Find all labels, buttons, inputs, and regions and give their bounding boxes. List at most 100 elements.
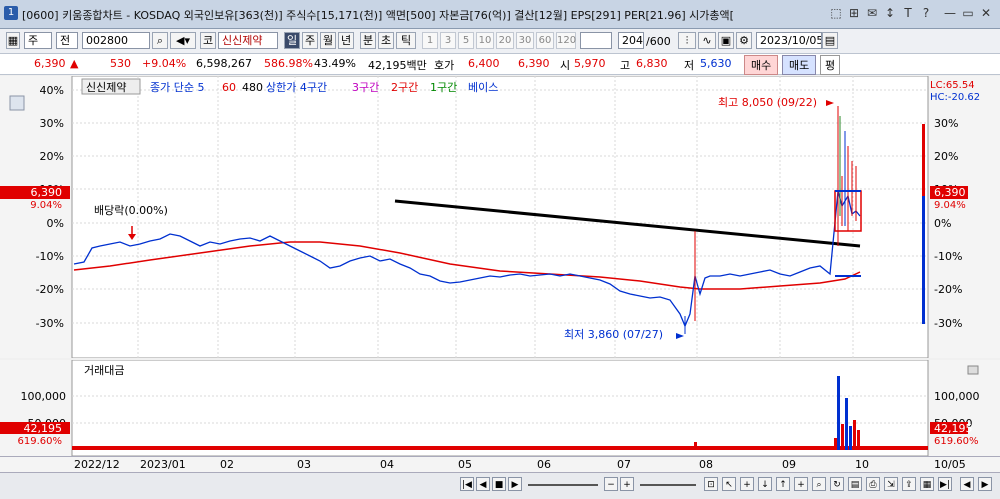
- interval-20[interactable]: 20: [496, 32, 514, 49]
- dock-right-icon[interactable]: ▶: [978, 477, 992, 491]
- plus-icon[interactable]: +: [794, 477, 808, 491]
- y-tick-left: 0%: [47, 217, 64, 230]
- chart-settings-icon[interactable]: [9, 95, 25, 111]
- stock-code-input[interactable]: 002800: [82, 32, 150, 49]
- scroll-first-icon[interactable]: |◀: [460, 477, 474, 491]
- quote-price: 6,400: [468, 57, 500, 70]
- interval-60[interactable]: 60: [536, 32, 554, 49]
- legend-zone1: 1구간: [430, 81, 457, 94]
- zoom-out-icon[interactable]: −: [604, 477, 618, 491]
- x-tick: 10/05: [934, 458, 966, 471]
- date-input[interactable]: 2023/10/05: [756, 32, 822, 49]
- mail-icon[interactable]: ✉: [864, 5, 880, 21]
- tile-icon[interactable]: ⊞: [846, 5, 862, 21]
- dividend-annotation: 배당락(0.00%): [94, 204, 168, 217]
- custom-interval-input[interactable]: [580, 32, 612, 49]
- turnover: 43.49%: [314, 57, 356, 70]
- minimize-button[interactable]: —: [942, 5, 958, 21]
- search-icon[interactable]: ⌕: [152, 32, 168, 49]
- interval-5[interactable]: 5: [458, 32, 474, 49]
- stock-name: 신신제약: [218, 32, 278, 49]
- resize-icon[interactable]: ↕: [882, 5, 898, 21]
- x-tick: 05: [458, 458, 472, 471]
- x-tick: 10: [855, 458, 869, 471]
- high-annotation: 최고 8,050 (09/22): [718, 96, 817, 109]
- tab-week[interactable]: 주: [302, 32, 318, 49]
- right-pct-tag-vol: 619.60%: [934, 436, 979, 447]
- export-icon[interactable]: ⇲: [884, 477, 898, 491]
- magnify-icon[interactable]: ⌕: [812, 477, 826, 491]
- down-arrow-icon[interactable]: ↓: [758, 477, 772, 491]
- flat-button[interactable]: 평: [820, 55, 841, 75]
- interval-3[interactable]: 3: [440, 32, 456, 49]
- share-icon[interactable]: ⇪: [902, 477, 916, 491]
- window-title: [0600] 키움종합차트 - KOSDAQ 외국인보유[363(천)] 주식수…: [22, 9, 734, 22]
- chart-type-icon[interactable]: ▦: [920, 477, 934, 491]
- change-arrow: ▲: [70, 57, 79, 70]
- print-icon[interactable]: ⎙: [866, 477, 880, 491]
- market-badge: 코: [200, 32, 216, 49]
- scroll-slider[interactable]: [528, 484, 598, 486]
- y-tick-right: 0%: [934, 217, 951, 230]
- tab-day[interactable]: 일: [284, 32, 300, 49]
- cursor-icon[interactable]: ↖: [722, 477, 736, 491]
- low-annotation: 최저 3,860 (07/27): [564, 328, 663, 341]
- left-pct-tag-vol: 619.60%: [18, 436, 63, 447]
- line-tool-icon[interactable]: ∿: [698, 32, 716, 49]
- legend-price-ma: 종가 단순 5: [150, 81, 204, 94]
- volume-chart[interactable]: 거래대금 100,000 50,000 100,000 50,000 42,19…: [0, 359, 1000, 457]
- scroll-toolbar: |◀ ◀ ■ ▶ − + ⊡ ↖ + ↓ ↑ + ⌕ ↻ ▤ ⎙ ⇲ ⇪ ▦ ▶…: [0, 472, 1000, 499]
- panel-close-icon[interactable]: [967, 365, 979, 375]
- legend-base: 베이스: [468, 81, 498, 94]
- refresh-icon[interactable]: ↻: [830, 477, 844, 491]
- quote-label: 호가: [434, 59, 455, 72]
- volume-bar: [849, 426, 852, 450]
- link-icon[interactable]: ⬚: [828, 5, 844, 21]
- interval-10[interactable]: 10: [476, 32, 494, 49]
- low-price: 5,630: [700, 57, 732, 70]
- count-input[interactable]: 204: [618, 32, 644, 49]
- font-icon[interactable]: T: [900, 5, 916, 21]
- buy-button[interactable]: 매수: [744, 55, 779, 75]
- speaker-icon[interactable]: ◀▾: [170, 32, 196, 49]
- help-icon[interactable]: ?: [918, 5, 934, 21]
- settings-icon[interactable]: ⚙: [736, 32, 752, 49]
- x-tick: 06: [537, 458, 551, 471]
- period-prefix-select[interactable]: 주: [24, 32, 52, 49]
- fit-icon[interactable]: ⊡: [704, 477, 718, 491]
- volume-label: 거래대금: [84, 364, 124, 377]
- sell-button[interactable]: 매도: [782, 55, 817, 75]
- up-arrow-icon[interactable]: ↑: [776, 477, 790, 491]
- maximize-button[interactable]: ▭: [960, 5, 976, 21]
- zoom-in-icon[interactable]: +: [620, 477, 634, 491]
- scroll-end-icon[interactable]: ▶|: [938, 477, 952, 491]
- tab-year[interactable]: 년: [338, 32, 354, 49]
- interval-30[interactable]: 30: [516, 32, 534, 49]
- zoom-slider[interactable]: [640, 484, 696, 486]
- period-select[interactable]: 전: [56, 32, 78, 49]
- interval-120[interactable]: 120: [556, 32, 576, 49]
- save-icon[interactable]: ▣: [718, 32, 734, 49]
- tab-minute[interactable]: 분: [360, 32, 376, 49]
- candle-icon[interactable]: ⫶: [678, 32, 696, 49]
- tab-month[interactable]: 월: [320, 32, 336, 49]
- x-tick: 07: [617, 458, 631, 471]
- volume: 6,598,267: [196, 57, 252, 70]
- tab-second[interactable]: 초: [378, 32, 394, 49]
- price-row: 6,390 ▲ 530 +9.04% 6,598,267 586.98% 43.…: [0, 54, 1000, 75]
- scroll-prev-icon[interactable]: ◀: [476, 477, 490, 491]
- calendar-icon[interactable]: ▤: [822, 32, 838, 49]
- stop-icon[interactable]: ■: [492, 477, 506, 491]
- scroll-next-icon[interactable]: ▶: [508, 477, 522, 491]
- layout-icon[interactable]: ▤: [848, 477, 862, 491]
- close-button[interactable]: ✕: [978, 5, 994, 21]
- grid-icon[interactable]: ▦: [6, 32, 20, 49]
- x-tick: 2023/01: [140, 458, 186, 471]
- interval-1[interactable]: 1: [422, 32, 438, 49]
- y-tick-right: -10%: [934, 250, 962, 263]
- tab-tick[interactable]: 틱: [396, 32, 416, 49]
- price-chart[interactable]: 40% 30% 20% 10% 0% -10% -20% -30% 30% 20…: [0, 75, 1000, 359]
- crosshair-icon[interactable]: +: [740, 477, 754, 491]
- dock-left-icon[interactable]: ◀: [960, 477, 974, 491]
- right-price-tag-text: 6,390: [934, 186, 966, 199]
